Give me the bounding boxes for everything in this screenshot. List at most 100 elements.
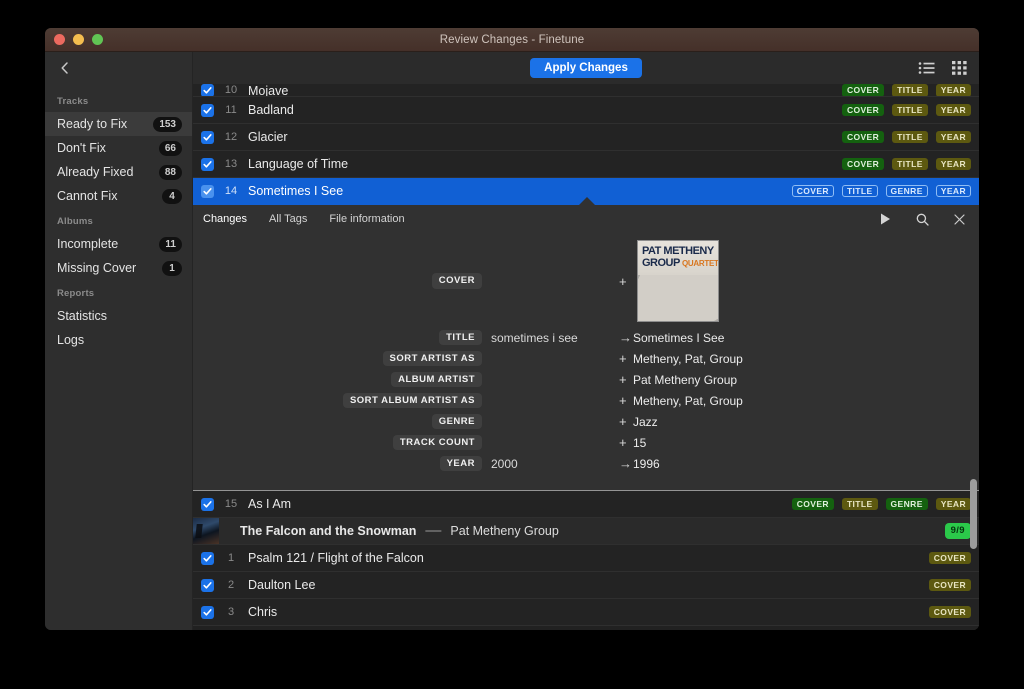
album-cover-image: PAT METHENY GROUP QUARTET <box>637 240 719 322</box>
change-badge-cover: COVER <box>928 605 971 619</box>
change-marker: + <box>619 393 627 408</box>
track-number: 13 <box>224 158 238 170</box>
sidebar-item-statistics[interactable]: Statistics <box>45 304 192 328</box>
field-new-value: 15 <box>633 435 647 450</box>
detail-tab-all-tags[interactable]: All Tags <box>269 213 307 225</box>
close-button[interactable] <box>54 34 65 45</box>
field-new-value: 1996 <box>633 456 660 471</box>
table-row[interactable]: 11 Badland COVER TITLE YEAR <box>193 97 979 124</box>
track-number: 3 <box>227 606 235 618</box>
track-title: Sometimes I See <box>248 184 344 198</box>
sidebar-item-incomplete[interactable]: Incomplete 11 <box>45 232 192 256</box>
track-number: 12 <box>224 131 238 143</box>
album-progress: 9/9 <box>944 523 971 539</box>
sidebar-sections: Tracks Ready to Fix 153 Don't Fix 66 Already … <box>45 84 192 630</box>
list-view-icon[interactable] <box>917 59 936 77</box>
table-row[interactable]: 2 Daulton Lee COVER <box>193 572 979 599</box>
search-icon[interactable] <box>913 210 932 228</box>
detail-tab-changes[interactable]: Changes <box>203 213 247 225</box>
sidebar-item-don-t-fix[interactable]: Don't Fix 66 <box>45 136 192 160</box>
window-title: Review Changes - Finetune <box>439 33 585 46</box>
row-badges: COVER <box>928 605 971 619</box>
album-separator: — <box>425 522 442 539</box>
row-checkbox[interactable] <box>201 578 214 592</box>
sidebar-item-ready-to-fix[interactable]: Ready to Fix 153 <box>45 112 192 136</box>
change-badge-cover: COVER <box>841 84 885 96</box>
change-badge-year: YEAR <box>935 130 971 144</box>
row-checkbox[interactable] <box>201 497 214 511</box>
sidebar-item-logs[interactable]: Logs <box>45 328 192 352</box>
row-checkbox[interactable] <box>201 184 214 198</box>
track-title: Daulton Lee <box>248 578 316 592</box>
row-checkbox[interactable] <box>201 130 214 144</box>
play-icon[interactable] <box>876 210 895 228</box>
grid-view-icon[interactable] <box>950 59 969 77</box>
sidebar-item-already-fixed[interactable]: Already Fixed 88 <box>45 160 192 184</box>
row-checkbox[interactable] <box>201 605 214 619</box>
field-label: ALBUM ARTIST <box>391 371 482 388</box>
field-new-value: Sometimes I See <box>633 330 725 345</box>
change-marker: + <box>619 372 627 387</box>
field-row-new: + Pat Metheny Group <box>619 369 979 390</box>
change-badge-year: YEAR <box>935 184 971 198</box>
sidebar: Tracks Ready to Fix 153 Don't Fix 66 Already … <box>45 52 193 630</box>
sidebar-section-heading: Albums <box>57 216 94 227</box>
row-checkbox[interactable] <box>201 157 214 171</box>
track-number: 14 <box>224 185 238 197</box>
field-new-value: Pat Metheny Group <box>633 372 738 387</box>
field-new-value: Jazz <box>633 414 658 429</box>
chevron-left-icon[interactable] <box>57 60 73 76</box>
table-row[interactable]: 12 Glacier COVER TITLE YEAR <box>193 124 979 151</box>
album-progress-badge: 9/9 <box>944 523 971 539</box>
sidebar-item-label: Incomplete <box>57 237 119 251</box>
field-row: SORT ARTIST AS <box>193 348 611 369</box>
change-badge-cover: COVER <box>928 578 971 592</box>
field-label: COVER <box>431 273 482 289</box>
zoom-button[interactable] <box>92 34 103 45</box>
track-title: Badland <box>248 103 294 117</box>
vertical-scrollbar-thumb[interactable] <box>970 479 977 549</box>
track-title: As I Am <box>248 497 292 511</box>
view-mode-controls <box>917 59 969 77</box>
apply-changes-button[interactable]: Apply Changes <box>530 58 642 78</box>
field-label: SORT ARTIST AS <box>382 350 482 367</box>
row-badges: COVER TITLE YEAR <box>841 130 971 144</box>
table-row[interactable]: 10 Mojave COVER TITLE YEAR <box>193 84 979 97</box>
sidebar-item-label: Logs <box>57 333 85 347</box>
table-row[interactable]: 13 Language of Time COVER TITLE YEAR <box>193 151 979 178</box>
row-checkbox[interactable] <box>201 551 214 565</box>
table-row[interactable]: 1 Psalm 121 / Flight of the Falcon COVER <box>193 545 979 572</box>
change-badge-cover: COVER <box>791 184 834 198</box>
change-badge-title: TITLE <box>841 497 878 511</box>
change-badge-title: TITLE <box>892 84 928 96</box>
row-checkbox[interactable] <box>201 103 214 117</box>
row-badges: COVER <box>928 578 971 592</box>
minimize-button[interactable] <box>73 34 84 45</box>
field-old-value: sometimes i see <box>491 330 578 345</box>
field-row-new: + Jazz <box>619 411 979 432</box>
sidebar-item-count: 88 <box>158 164 182 180</box>
sidebar-item-cannot-fix[interactable]: Cannot Fix 4 <box>45 184 192 208</box>
album-group-row[interactable]: The Falcon and the Snowman — Pat Metheny… <box>193 518 979 545</box>
window-titlebar: Review Changes - Finetune <box>45 28 979 52</box>
table-row[interactable]: 15 As I Am COVER TITLE GENRE YEAR <box>193 491 979 518</box>
track-number: 2 <box>227 579 235 591</box>
close-icon[interactable] <box>950 210 969 228</box>
track-list-region[interactable]: 10 Mojave COVER TITLE YEAR 11 Badland COVER TITL… <box>193 84 979 630</box>
change-badge-year: YEAR <box>935 84 971 96</box>
change-badge-genre: GENRE <box>885 184 928 198</box>
field-row-new: + Metheny, Pat, Group <box>619 390 979 411</box>
field-row: ALBUM ARTIST <box>193 369 611 390</box>
change-marker: → <box>619 330 632 345</box>
app-window: Review Changes - Finetune Tracks Ready to… <box>45 28 979 630</box>
field-label: GENRE <box>431 413 482 430</box>
detail-tab-file-information[interactable]: File information <box>329 213 404 225</box>
sidebar-item-missing-cover[interactable]: Missing Cover 1 <box>45 256 192 280</box>
change-marker: → <box>619 456 632 471</box>
sidebar-item-label: Statistics <box>57 309 108 323</box>
table-row[interactable]: 3 Chris COVER <box>193 599 979 626</box>
field-label: YEAR <box>439 455 482 472</box>
row-checkbox[interactable] <box>201 84 214 96</box>
row-badges: COVER TITLE YEAR <box>841 157 971 171</box>
sidebar-item-count: 4 <box>162 188 182 204</box>
